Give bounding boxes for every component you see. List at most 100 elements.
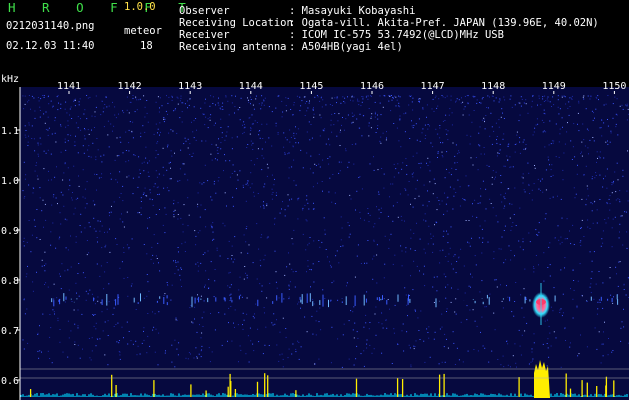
noise-speckle bbox=[580, 245, 582, 247]
noise-speckle bbox=[484, 347, 486, 349]
noise-speckle bbox=[266, 297, 268, 299]
noise-speckle bbox=[166, 187, 168, 189]
noise-speckle bbox=[57, 203, 58, 205]
noise-speckle bbox=[302, 209, 304, 211]
noise-speckle bbox=[159, 209, 160, 210]
noise-speckle bbox=[482, 180, 484, 182]
noise-speckle bbox=[112, 313, 114, 315]
noise-speckle bbox=[452, 208, 454, 210]
noise-speckle bbox=[561, 315, 563, 317]
noise-speckle bbox=[96, 189, 97, 191]
noise-speckle bbox=[555, 337, 557, 339]
noise-speckle bbox=[121, 261, 123, 263]
noise-speckle bbox=[423, 340, 425, 342]
noise-speckle bbox=[518, 329, 520, 331]
noise-speckle bbox=[27, 265, 28, 267]
noise-speckle bbox=[24, 178, 26, 180]
noise-speckle bbox=[126, 109, 128, 111]
noise-speckle bbox=[115, 117, 117, 119]
noise-speckle bbox=[37, 153, 39, 155]
noise-speckle bbox=[264, 254, 266, 256]
noise-speckle bbox=[108, 105, 110, 107]
x-tick-label: 1142 bbox=[118, 81, 142, 92]
noise-speckle bbox=[123, 277, 125, 279]
noise-speckle bbox=[275, 107, 277, 109]
noise-speckle bbox=[37, 334, 39, 335]
noise-speckle bbox=[352, 115, 354, 117]
noise-speckle bbox=[572, 298, 574, 300]
noise-speckle bbox=[119, 196, 121, 198]
noise-speckle bbox=[325, 143, 327, 145]
noise-speckle bbox=[363, 365, 365, 367]
noise-speckle bbox=[337, 299, 339, 301]
noise-speckle bbox=[348, 358, 350, 360]
noise-speckle bbox=[162, 224, 164, 226]
noise-speckle bbox=[514, 104, 516, 106]
x-tick-label: 1147 bbox=[421, 81, 445, 92]
noise-speckle bbox=[276, 287, 278, 289]
noise-speckle bbox=[287, 153, 289, 155]
noise-speckle bbox=[246, 147, 248, 148]
noise-speckle bbox=[24, 134, 26, 136]
noise-speckle bbox=[564, 143, 566, 145]
noise-speckle bbox=[123, 337, 124, 339]
noise-speckle bbox=[329, 104, 331, 105]
noise-speckle bbox=[514, 151, 516, 153]
noise-speckle bbox=[439, 262, 441, 264]
noise-speckle bbox=[545, 189, 547, 191]
noise-speckle bbox=[516, 366, 517, 368]
noise-speckle bbox=[273, 184, 275, 186]
noise-speckle bbox=[418, 118, 420, 120]
noise-speckle bbox=[118, 340, 120, 341]
noise-speckle bbox=[605, 103, 607, 105]
noise-speckle bbox=[148, 160, 150, 162]
noise-speckle bbox=[419, 98, 421, 100]
noise-speckle bbox=[439, 127, 441, 129]
noise-speckle bbox=[168, 190, 170, 192]
noise-speckle bbox=[159, 107, 160, 109]
noise-speckle bbox=[359, 113, 361, 115]
noise-speckle bbox=[362, 96, 364, 98]
noise-speckle bbox=[329, 156, 331, 158]
noise-speckle bbox=[23, 245, 25, 247]
noise-speckle bbox=[594, 327, 596, 329]
noise-speckle bbox=[534, 165, 535, 166]
noise-speckle bbox=[210, 196, 212, 198]
noise-speckle bbox=[620, 327, 622, 329]
noise-speckle bbox=[163, 121, 165, 123]
noise-speckle bbox=[282, 317, 284, 319]
noise-speckle bbox=[608, 198, 610, 200]
noise-speckle bbox=[115, 238, 117, 240]
noise-speckle bbox=[28, 99, 30, 101]
noise-speckle bbox=[498, 126, 500, 128]
noise-speckle bbox=[139, 98, 141, 100]
noise-speckle bbox=[466, 95, 468, 96]
noise-speckle bbox=[104, 246, 106, 248]
noise-speckle bbox=[174, 152, 175, 154]
noise-speckle bbox=[523, 189, 525, 191]
noise-speckle bbox=[625, 104, 626, 106]
noise-speckle bbox=[79, 357, 81, 359]
noise-speckle bbox=[291, 166, 293, 168]
noise-speckle bbox=[219, 107, 221, 109]
noise-speckle bbox=[99, 220, 101, 222]
noise-speckle bbox=[373, 240, 375, 242]
noise-speckle bbox=[458, 99, 460, 101]
noise-speckle bbox=[353, 96, 355, 98]
noise-speckle bbox=[356, 118, 358, 120]
noise-speckle bbox=[599, 151, 601, 153]
noise-speckle bbox=[221, 344, 223, 346]
noise-speckle bbox=[177, 202, 179, 204]
noise-speckle bbox=[514, 187, 516, 189]
noise-speckle bbox=[119, 136, 121, 138]
noise-speckle bbox=[437, 151, 439, 153]
noise-speckle bbox=[590, 283, 592, 285]
noise-speckle bbox=[67, 124, 69, 126]
noise-speckle bbox=[506, 340, 508, 342]
noise-speckle bbox=[62, 351, 64, 353]
noise-speckle bbox=[188, 352, 190, 354]
noise-speckle bbox=[52, 196, 54, 198]
noise-speckle bbox=[177, 261, 179, 263]
noise-speckle bbox=[617, 285, 619, 287]
noise-speckle bbox=[97, 220, 99, 222]
